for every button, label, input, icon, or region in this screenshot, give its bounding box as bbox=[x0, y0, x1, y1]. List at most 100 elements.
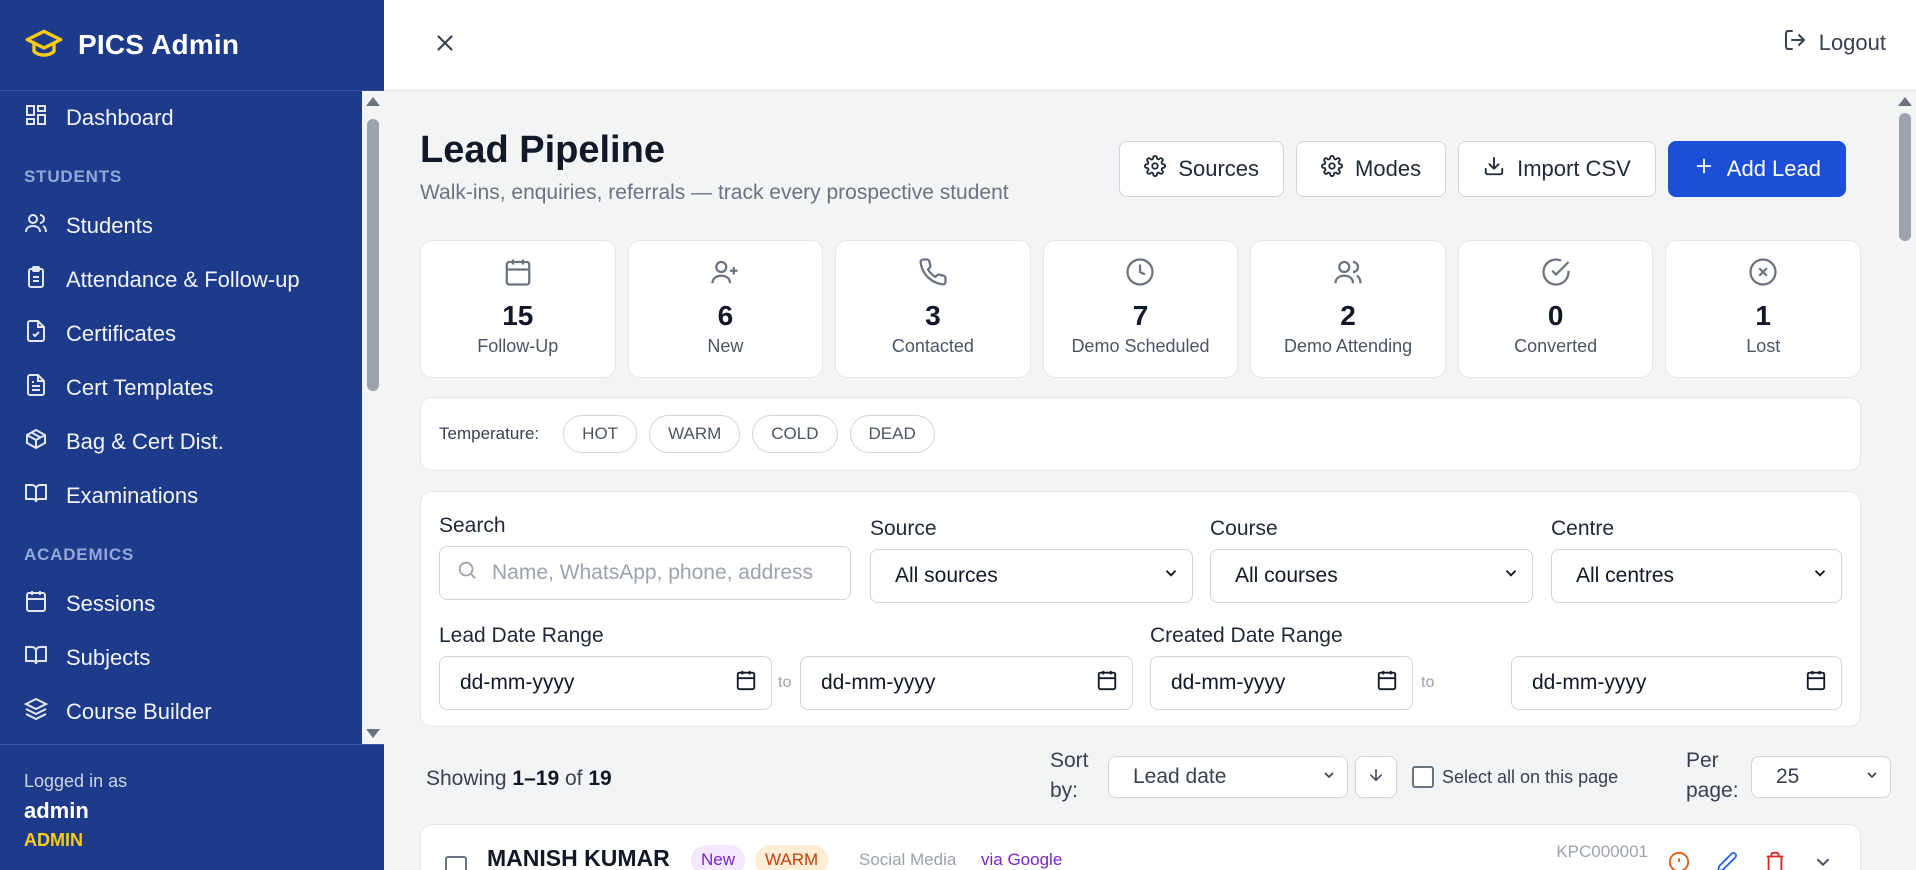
stat-card-new[interactable]: 6 New bbox=[627, 240, 824, 378]
sidebar-item-examinations[interactable]: Examinations bbox=[0, 469, 362, 523]
showing-prefix: Showing bbox=[426, 767, 507, 790]
course-select[interactable]: All courses bbox=[1210, 549, 1533, 603]
logout-label: Logout bbox=[1818, 30, 1886, 55]
stat-value: 15 bbox=[502, 300, 534, 331]
scroll-up-arrow[interactable] bbox=[366, 97, 380, 106]
sidebar-item-subjects[interactable]: Subjects bbox=[0, 631, 362, 685]
lead-date-to[interactable]: dd-mm-yyyy bbox=[800, 656, 1133, 710]
alert-circle-icon[interactable] bbox=[1668, 851, 1690, 870]
gear-icon bbox=[1321, 155, 1344, 183]
temperature-chip-hot[interactable]: HOT bbox=[563, 415, 638, 453]
sidebar-item-attendance[interactable]: Attendance & Follow-up bbox=[0, 253, 362, 307]
brand[interactable]: PICS Admin bbox=[0, 0, 384, 91]
add-lead-label: Add Lead bbox=[1726, 156, 1821, 181]
date-placeholder: dd-mm-yyyy bbox=[1171, 671, 1286, 694]
user-role: ADMIN bbox=[24, 830, 83, 850]
centre-label: Centre bbox=[1551, 517, 1615, 540]
to-label: to bbox=[778, 674, 792, 691]
scroll-up-arrow[interactable] bbox=[1898, 97, 1912, 106]
modes-button[interactable]: Modes bbox=[1296, 141, 1447, 197]
clock-icon bbox=[1125, 257, 1155, 292]
source-label: Source bbox=[870, 517, 937, 540]
sidebar-item-label: Subjects bbox=[66, 645, 151, 670]
created-date-to[interactable]: dd-mm-yyyy bbox=[1511, 656, 1842, 710]
logout-button[interactable]: Logout bbox=[1783, 28, 1886, 58]
lead-select-checkbox[interactable] bbox=[445, 856, 467, 870]
sidebar-item-certificates[interactable]: Certificates bbox=[0, 307, 362, 361]
checkbox[interactable] bbox=[1412, 766, 1434, 788]
stat-label: Demo Scheduled bbox=[1071, 336, 1210, 356]
temperature-chip-dead[interactable]: DEAD bbox=[849, 415, 935, 453]
lead-card[interactable]: MANISH KUMAR New WARM Social Media via G… bbox=[420, 824, 1861, 870]
showing-of: of bbox=[564, 767, 583, 790]
stat-label: Contacted bbox=[891, 336, 974, 356]
package-icon bbox=[24, 427, 48, 457]
sidebar-item-dashboard[interactable]: Dashboard bbox=[0, 91, 362, 145]
course-value: All courses bbox=[1235, 564, 1338, 587]
lead-date-from[interactable]: dd-mm-yyyy bbox=[439, 656, 772, 710]
sort-select[interactable]: Lead date bbox=[1108, 756, 1348, 798]
chevron-down-icon[interactable] bbox=[1812, 851, 1834, 870]
sidebar-item-bag-cert-dist[interactable]: Bag & Cert Dist. bbox=[0, 415, 362, 469]
lead-code: KPC000001 bbox=[1556, 842, 1648, 861]
sidebar-item-course-builder[interactable]: Course Builder bbox=[0, 685, 362, 739]
trash-icon[interactable] bbox=[1764, 851, 1786, 870]
stat-card-demo-scheduled[interactable]: 7 Demo Scheduled bbox=[1042, 240, 1239, 378]
scroll-down-arrow[interactable] bbox=[366, 729, 380, 738]
add-lead-button[interactable]: Add Lead bbox=[1667, 141, 1846, 197]
stat-card-lost[interactable]: 1 Lost bbox=[1665, 240, 1861, 378]
sidebar-item-sessions[interactable]: Sessions bbox=[0, 577, 362, 631]
stat-card-follow-up[interactable]: 15 Follow-Up bbox=[420, 240, 616, 378]
sidebar-item-label: Sessions bbox=[66, 591, 156, 616]
sort-value: Lead date bbox=[1133, 765, 1227, 788]
stat-card-contacted[interactable]: 3 Contacted bbox=[835, 240, 1031, 378]
select-all-checkbox[interactable]: Select all on this page bbox=[1412, 766, 1618, 788]
source-select[interactable]: All sources bbox=[870, 549, 1193, 603]
per-page-line-2: page: bbox=[1686, 779, 1739, 802]
lead-source: Social Media bbox=[859, 850, 957, 869]
temperature-chip-warm[interactable]: WARM bbox=[649, 415, 741, 453]
chevron-down-icon bbox=[1321, 765, 1337, 789]
sort-by-label: Sort by: bbox=[1050, 746, 1089, 806]
stats-row: 15 Follow-Up 6 New 3 Contacted 7 Demo Sc… bbox=[420, 240, 1861, 378]
results-total: 19 bbox=[588, 767, 612, 790]
sidebar-item-label: Cert Templates bbox=[66, 375, 214, 400]
stat-card-converted[interactable]: 0 Converted bbox=[1457, 240, 1654, 378]
stat-card-demo-attending[interactable]: 2 Demo Attending bbox=[1250, 240, 1446, 378]
sidebar-section-academics: ACADEMICS bbox=[24, 545, 135, 564]
import-csv-label: Import CSV bbox=[1517, 156, 1631, 181]
temperature-chip-cold[interactable]: COLD bbox=[752, 415, 838, 453]
sidebar-scrollbar[interactable] bbox=[362, 91, 384, 744]
scrollbar-thumb[interactable] bbox=[367, 119, 379, 391]
lead-name[interactable]: MANISH KUMAR bbox=[487, 845, 670, 870]
sources-label: Sources bbox=[1178, 156, 1260, 181]
import-csv-button[interactable]: Import CSV bbox=[1458, 141, 1656, 197]
sidebar: PICS Admin Dashboard STUDENTS Students A… bbox=[0, 0, 384, 870]
logout-icon bbox=[1783, 28, 1807, 58]
chevron-down-icon bbox=[1864, 765, 1880, 789]
search-input[interactable]: Name, WhatsApp, phone, address bbox=[439, 546, 851, 600]
sidebar-nav: Dashboard STUDENTS Students Attendance &… bbox=[0, 91, 362, 744]
created-date-from[interactable]: dd-mm-yyyy bbox=[1150, 656, 1413, 710]
sources-button[interactable]: Sources bbox=[1119, 141, 1285, 197]
close-sidebar-button[interactable] bbox=[430, 30, 460, 60]
x-circle-icon bbox=[1748, 257, 1778, 292]
graduation-cap-icon bbox=[24, 23, 64, 68]
close-icon bbox=[432, 30, 458, 61]
sidebar-item-label: Dashboard bbox=[66, 105, 174, 130]
centre-select[interactable]: All centres bbox=[1551, 549, 1842, 603]
results-count: Showing 1–19 of 19 bbox=[426, 767, 612, 791]
scrollbar-thumb[interactable] bbox=[1899, 113, 1911, 241]
main-scrollbar[interactable] bbox=[1894, 91, 1916, 870]
sidebar-item-cert-templates[interactable]: Cert Templates bbox=[0, 361, 362, 415]
topbar: Logout bbox=[384, 0, 1916, 91]
created-date-range-label: Created Date Range bbox=[1150, 624, 1343, 647]
per-page-select[interactable]: 25 bbox=[1751, 756, 1891, 798]
sidebar-item-students[interactable]: Students bbox=[0, 199, 362, 253]
calendar-icon bbox=[735, 669, 757, 697]
temperature-filter: Temperature: HOT WARM COLD DEAD bbox=[420, 397, 1861, 471]
edit-icon[interactable] bbox=[1716, 851, 1738, 870]
status-badge: New bbox=[691, 845, 746, 870]
gear-icon bbox=[1144, 155, 1167, 183]
sort-direction-button[interactable] bbox=[1355, 756, 1397, 798]
